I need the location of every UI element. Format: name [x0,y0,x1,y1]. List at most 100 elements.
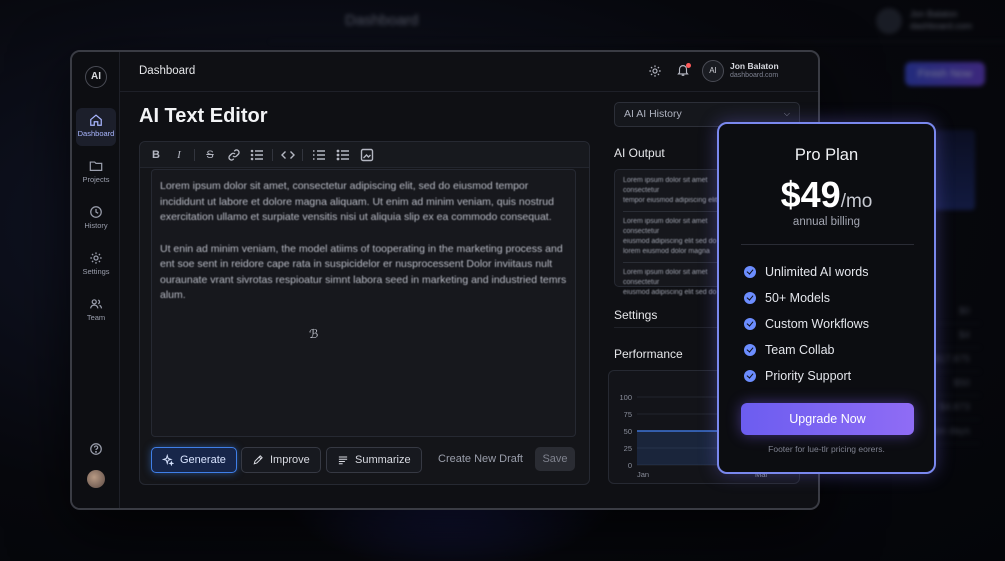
image-icon[interactable] [359,147,375,163]
background-button: Finish Now [905,62,985,86]
background-cell: $17.875 [933,354,970,365]
background-user-name: Jon Balaton [910,9,958,19]
history-icon [90,206,102,218]
feature-label: Team Collab [765,343,835,357]
save-button[interactable]: Save [535,447,575,471]
y-tick-label: 50 [624,427,632,436]
lines-icon [338,456,348,465]
background-avatar [876,8,902,34]
feature-item: Priority Support [744,368,851,384]
plan-footer: Footer for lue-tlr pricing eorers. [768,444,885,454]
feature-item: Unlimited AI words [744,264,869,280]
performance-heading: Performance [614,347,683,361]
text-cursor-icon: ℬ [309,327,319,341]
topbar: Dashboard AI Jon Balaton dashboard.com ⌵ [120,52,818,92]
upgrade-now-button[interactable]: Upgrade Now [741,403,914,435]
check-icon [744,266,756,278]
user-info[interactable]: Jon Balaton dashboard.com [730,61,779,81]
user-email: dashboard.com [730,72,779,79]
y-tick-label: 100 [619,393,632,402]
sidebar-item-label: Projects [82,175,110,184]
plan-price: $49/mo [719,174,934,216]
editor-toolbar: B I S [140,142,589,168]
background-user: Jon Balaton dashboard.com [910,8,972,32]
sidebar-item-team[interactable]: Team [76,292,116,330]
feature-label: Unlimited AI words [765,265,869,279]
avatar[interactable]: AI [702,60,724,82]
generate-button[interactable]: Generate [151,447,237,473]
gear-icon[interactable] [648,64,662,78]
folder-icon [89,161,103,171]
sidebar: AI Dashboard Projects History Settings T… [72,52,120,508]
settings-heading[interactable]: Settings [614,308,657,322]
editor-paragraph: Lorem ipsum dolor sit amet, consectetur … [160,180,554,223]
bold-icon[interactable]: B [148,147,164,163]
toolbar-divider [272,149,273,161]
link-icon[interactable] [226,147,242,163]
sparkle-icon [162,454,174,466]
divider [614,327,734,328]
y-tick-label: 25 [624,444,632,453]
sidebar-item-projects[interactable]: Projects [76,154,116,192]
pro-plan-card: Pro Plan $49/mo annual billing Unlimited… [717,122,936,474]
improve-button[interactable]: Improve [241,447,321,473]
numbered-list-icon[interactable] [335,147,351,163]
sidebar-item-label: Dashboard [77,129,115,138]
users-icon [89,299,103,309]
help-icon[interactable] [89,442,103,456]
sidebar-item-label: Settings [82,267,110,276]
editor-window: AI Dashboard Projects History Settings T… [70,50,820,510]
y-tick-label: 75 [624,410,632,419]
y-tick-label: 0 [628,461,632,470]
app-logo[interactable]: AI [85,66,107,88]
history-select-value: AI AI History [624,108,682,120]
sidebar-item-settings[interactable]: Settings [76,246,116,284]
gear-icon [90,252,102,264]
page-title: AI Text Editor [139,105,268,127]
divider [741,244,914,245]
feature-item: Team Collab [744,342,834,358]
background-user-email: dashboard.com [910,21,973,31]
strikethrough-icon[interactable]: S [202,147,218,163]
user-name: Jon Balaton [730,61,779,71]
text-editor: B I S Lorem ipsum dolor sit amet, consec… [139,141,590,485]
background-cell: $50 [953,378,970,389]
background-chart [930,130,975,210]
italic-icon[interactable]: I [171,147,187,163]
feature-item: Custom Workflows [744,316,869,332]
list-icon[interactable] [249,147,265,163]
create-new-draft-button[interactable]: Create New Draft [438,453,523,465]
price-amount: $49 [780,174,841,215]
toolbar-divider [302,149,303,161]
sidebar-item-dashboard[interactable]: Dashboard [76,108,116,146]
background-cell: $4.873 [939,402,970,413]
breadcrumb[interactable]: Dashboard [139,65,195,77]
price-unit: /mo [840,191,873,212]
billing-period: annual billing [792,216,861,228]
summarize-label: Summarize [355,454,411,466]
home-icon [90,114,102,126]
sidebar-item-history[interactable]: History [76,200,116,238]
feature-item: 50+ Models [744,290,830,306]
bullet-list-icon[interactable] [311,147,327,163]
sidebar-item-label: History [84,221,108,230]
notification-dot [686,63,691,68]
editor-textarea[interactable]: Lorem ipsum dolor sit amet, consectetur … [151,169,576,437]
sidebar-avatar[interactable] [87,470,105,488]
check-icon [744,318,756,330]
chevron-down-icon: ⌵ [783,109,790,118]
summarize-button[interactable]: Summarize [326,447,422,473]
feature-label: Custom Workflows [765,317,869,331]
background-cell: $0 [958,306,970,317]
plan-title: Pro Plan [794,146,859,164]
feature-label: 50+ Models [765,291,830,305]
check-icon [744,344,756,356]
code-icon[interactable] [280,147,296,163]
toolbar-divider [194,149,195,161]
feature-label: Priority Support [765,369,852,383]
editor-paragraph: Ut enin ad minim veniam, the model atiim… [160,242,567,302]
improve-label: Improve [270,454,310,466]
ai-output-heading: AI Output [614,146,665,160]
background-cell: $4 [958,330,970,341]
generate-label: Generate [180,454,226,466]
